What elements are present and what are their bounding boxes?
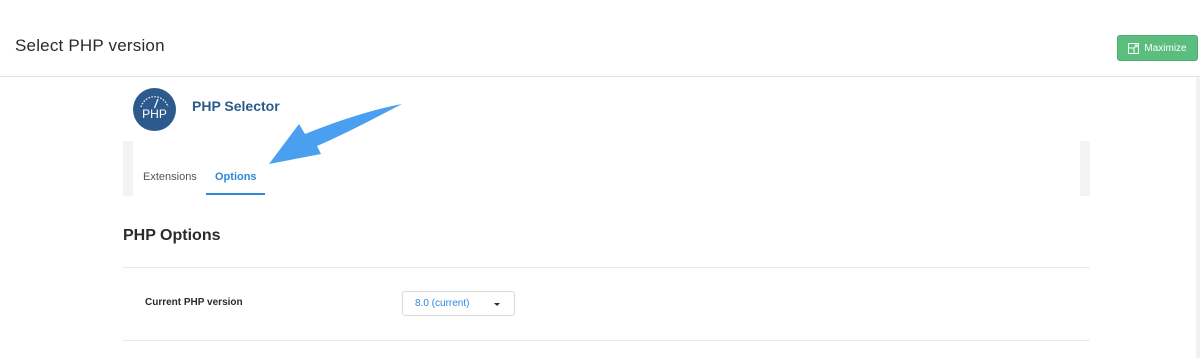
active-tab-indicator [206, 193, 265, 195]
tab-extensions[interactable]: Extensions [143, 171, 197, 183]
current-php-version-label: Current PHP version [145, 297, 243, 308]
maximize-label: Maximize [1144, 42, 1187, 54]
php-logo-text: PHP [142, 107, 167, 121]
section-title: PHP Options [123, 227, 221, 244]
expand-icon [1128, 42, 1140, 54]
maximize-button[interactable]: Maximize [1117, 35, 1198, 61]
page-title: Select PHP version [15, 36, 165, 55]
divider [123, 340, 1090, 341]
arrow-pointer-icon [269, 104, 402, 164]
caret-down-icon [494, 303, 500, 306]
page: Select PHP version Maximize PHP PHP Sele… [0, 0, 1200, 358]
php-logo: PHP [133, 88, 176, 131]
php-version-value: 8.0 (current) [415, 298, 470, 309]
tab-options[interactable]: Options [215, 171, 257, 183]
divider [123, 267, 1090, 268]
scrollbar-track[interactable] [1196, 77, 1200, 358]
php-version-select[interactable]: 8.0 (current) [402, 291, 515, 316]
top-header: Select PHP version Maximize [0, 0, 1200, 77]
